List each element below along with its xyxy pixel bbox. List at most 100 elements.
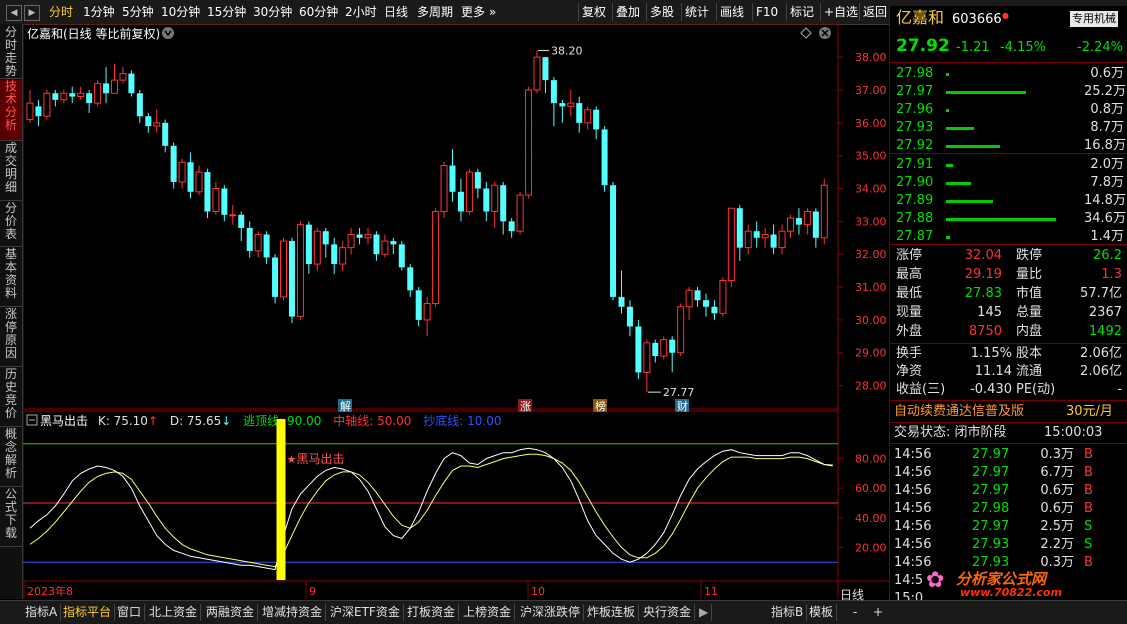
indicator-settings-icon[interactable]: [26, 414, 38, 426]
tool-add-watchlist[interactable]: +自选: [820, 3, 861, 21]
candle-body: [339, 247, 347, 265]
bottom-tab-indicator-platform[interactable]: 指标平台: [60, 604, 116, 621]
period-tab-15min[interactable]: 15分钟: [207, 3, 246, 21]
chart-area[interactable]: 亿嘉和(日线 等比前复权) 38.00 37.00 36.00 35.00 34.00 3…: [22, 23, 889, 599]
candle-body: [381, 240, 389, 255]
stat-value: 57.7亿: [1080, 286, 1122, 301]
price-tick-label: 32.00: [855, 248, 887, 261]
period-tab-30min[interactable]: 30分钟: [253, 3, 292, 21]
indicator-lines: [29, 447, 833, 571]
candle-body: [313, 230, 321, 265]
left-tab-technical[interactable]: 技术分析: [0, 80, 22, 141]
trade-side: B: [1084, 501, 1093, 516]
tool-fuquan[interactable]: 复权: [578, 3, 609, 21]
candle-body: [373, 234, 380, 255]
tool-back[interactable]: 返回: [859, 3, 890, 21]
trade-price: 27.98: [972, 501, 1010, 516]
stat-value: 11.14: [974, 364, 1012, 379]
candle-body: [669, 339, 676, 353]
left-tab-price-table[interactable]: 分价表: [0, 202, 22, 247]
left-tab-auction[interactable]: 历史竞价: [0, 368, 22, 427]
stat-label: 涨停: [896, 248, 923, 263]
ask-price: 27.96: [896, 102, 934, 117]
period-tab-1min[interactable]: 1分钟: [83, 3, 115, 21]
svg-text:黑马出击 K: 75.10↑ D:: 黑马出击 K: 75.10↑ D: 75.65↓ 逃顶线: 90.00 中轴线:…: [40, 413, 501, 428]
chevron-down-icon[interactable]: [162, 27, 174, 39]
bottom-tab-limit-up[interactable]: 打板资金: [404, 604, 460, 621]
candle-body: [119, 73, 127, 81]
price-tick-label: 37.00: [855, 84, 887, 97]
left-tab-intraday[interactable]: 分时走势: [0, 26, 22, 79]
trade-price: 27.97: [972, 483, 1010, 498]
diamond-icon[interactable]: [800, 27, 812, 39]
event-marker-jie[interactable]: 解: [338, 399, 352, 413]
bottom-tab-limit-updown[interactable]: 沪深涨跌停: [517, 604, 585, 621]
period-tab-5min[interactable]: 5分钟: [122, 3, 154, 21]
price-tick-label: 31.00: [855, 281, 887, 294]
left-tab-trades[interactable]: 成交明细: [0, 142, 22, 201]
candle-body: [178, 161, 186, 183]
candle-body: [787, 217, 794, 232]
period-tab-daily[interactable]: 日线: [384, 3, 408, 21]
stat-row: 收益(三) -0.430 PE(动) -: [894, 381, 1124, 399]
tool-draw[interactable]: 画线: [716, 3, 747, 21]
trade-time: 14:56: [894, 537, 932, 552]
indicator-tick-label: 40.00: [855, 512, 887, 525]
svg-text:榜: 榜: [595, 399, 606, 413]
tool-f10[interactable]: F10: [752, 3, 781, 21]
ask-price: 27.98: [896, 66, 934, 81]
ask-volume-bar: [946, 145, 1000, 148]
bottom-tab-window[interactable]: 窗口: [114, 604, 146, 621]
bottom-tab-broken-board[interactable]: 炸板连板: [584, 604, 640, 621]
tool-overlay[interactable]: 叠加: [612, 3, 643, 21]
bid-level: 27.89 14.8万: [894, 192, 1126, 210]
period-indicator-daily[interactable]: 日线: [840, 586, 864, 603]
bottom-tab-northbound[interactable]: 北上资金: [146, 604, 202, 621]
period-tab-60min[interactable]: 60分钟: [299, 3, 338, 21]
bottom-tab-margin[interactable]: 两融资金: [203, 604, 259, 621]
back-arrow-icon[interactable]: ◀: [6, 5, 22, 21]
minus-icon[interactable]: -: [850, 604, 860, 621]
bid-price: 27.90: [896, 175, 934, 190]
trade-status-label: 交易状态: 闭市阶段: [894, 425, 1007, 440]
forward-arrow-icon[interactable]: ▶: [24, 5, 40, 21]
event-marker-cai[interactable]: 财: [675, 399, 689, 413]
candle-body: [162, 122, 169, 146]
event-marker-zhang[interactable]: 涨: [518, 399, 532, 413]
close-circle-icon[interactable]: [819, 27, 831, 39]
left-tab-formula-download[interactable]: 公式下载: [0, 488, 22, 547]
bottom-tab-holdings[interactable]: 增减持资金: [259, 604, 327, 621]
bid-level: 27.91 2.0万: [894, 156, 1124, 174]
period-tab-multi[interactable]: 多周期: [417, 3, 453, 21]
period-tab-more[interactable]: 更多 »: [461, 3, 496, 21]
bottom-tab-central-bank[interactable]: 央行资金: [640, 604, 696, 621]
period-tab-fenshi[interactable]: 分时: [49, 3, 73, 21]
chart-title: 亿嘉和(日线 等比前复权): [27, 26, 160, 41]
period-tab-2h[interactable]: 2小时: [345, 3, 377, 21]
bottom-tab-scroll-right-icon[interactable]: ▶: [696, 604, 713, 621]
candle-body: [508, 221, 515, 232]
low-price-label: 27.77: [663, 386, 695, 399]
left-tab-profile[interactable]: 基本资料: [0, 248, 22, 307]
event-marker-bang[interactable]: 榜: [593, 399, 607, 413]
plus-icon[interactable]: +: [870, 604, 886, 621]
bottom-tab-billboard[interactable]: 上榜资金: [460, 604, 516, 621]
bottom-tab-etf[interactable]: 沪深ETF资金: [327, 604, 404, 621]
price-tick-label: 35.00: [855, 150, 887, 163]
candle-body: [331, 244, 338, 265]
tool-multi-stock[interactable]: 多股: [646, 3, 677, 21]
more-label: 更多: [461, 5, 486, 19]
left-tab-limit-reason[interactable]: 涨停原因: [0, 308, 22, 367]
stat-value: -: [1117, 382, 1122, 397]
left-tab-concepts[interactable]: 概念解析: [0, 428, 22, 487]
tool-stats[interactable]: 统计: [681, 3, 712, 21]
bottom-tab-indicator-b[interactable]: 指标B: [768, 604, 808, 621]
bottom-tab-indicator-a[interactable]: 指标A: [22, 604, 62, 621]
promo-banner[interactable]: 自动续费通达信普及版 30元/月: [894, 403, 1124, 421]
industry-tag[interactable]: 专用机械: [1070, 11, 1118, 27]
period-tab-10min[interactable]: 10分钟: [161, 3, 200, 21]
bottom-tab-template[interactable]: 模板: [806, 604, 838, 621]
tool-mark[interactable]: 标记: [786, 3, 817, 21]
stat-label: 最高: [896, 267, 923, 282]
chart-canvas[interactable]: 亿嘉和(日线 等比前复权) 38.0037.0036.0035.0034.003…: [22, 23, 889, 599]
